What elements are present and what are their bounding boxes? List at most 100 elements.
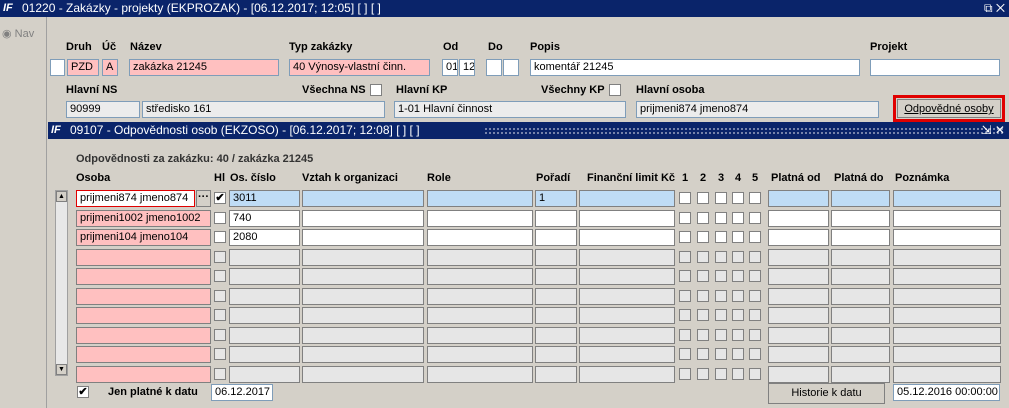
- cell-osoba[interactable]: [76, 268, 211, 285]
- flag-3-checkbox[interactable]: [715, 212, 727, 224]
- cell-poradi[interactable]: [535, 268, 577, 285]
- ns-name-field[interactable]: středisko 161: [142, 101, 385, 118]
- flag-5-checkbox[interactable]: [749, 309, 761, 321]
- scroll-up-icon[interactable]: ▲: [56, 191, 67, 202]
- cell-limit[interactable]: [579, 210, 675, 227]
- flag-3-checkbox[interactable]: [715, 290, 727, 302]
- flag-1-checkbox[interactable]: [679, 348, 691, 360]
- cell-poznamka[interactable]: [893, 366, 1001, 383]
- hl-checkbox[interactable]: [214, 251, 226, 263]
- flag-4-checkbox[interactable]: [732, 212, 744, 224]
- flag-2-checkbox[interactable]: [697, 192, 709, 204]
- cell-role[interactable]: [427, 366, 533, 383]
- cell-role[interactable]: [427, 307, 533, 324]
- cell-platna-od[interactable]: [768, 288, 829, 305]
- cell-vztah[interactable]: [302, 366, 424, 383]
- cell-limit[interactable]: [579, 307, 675, 324]
- cell-poznamka[interactable]: [893, 190, 1001, 207]
- hl-checkbox[interactable]: [214, 290, 226, 302]
- cell-os-cislo[interactable]: 740: [229, 210, 300, 227]
- flag-4-checkbox[interactable]: [732, 329, 744, 341]
- hl-checkbox[interactable]: [214, 231, 226, 243]
- flag-3-checkbox[interactable]: [715, 270, 727, 282]
- cell-poradi[interactable]: [535, 229, 577, 246]
- cell-limit[interactable]: [579, 288, 675, 305]
- cell-poradi[interactable]: [535, 346, 577, 363]
- hl-checkbox[interactable]: [214, 270, 226, 282]
- cell-limit[interactable]: [579, 190, 675, 207]
- flag-2-checkbox[interactable]: [697, 368, 709, 380]
- nav-toggle[interactable]: ◉ Nav: [2, 27, 34, 40]
- cell-os-cislo[interactable]: [229, 268, 300, 285]
- cell-limit[interactable]: [579, 249, 675, 266]
- cell-vztah[interactable]: [302, 346, 424, 363]
- cell-os-cislo[interactable]: [229, 307, 300, 324]
- flag-2-checkbox[interactable]: [697, 290, 709, 302]
- hl-checkbox[interactable]: [214, 348, 226, 360]
- cell-platna-od[interactable]: [768, 327, 829, 344]
- window-controls[interactable]: ⧉ ✕: [984, 0, 1005, 17]
- flag-1-checkbox[interactable]: [679, 368, 691, 380]
- vsechna-ns-checkbox[interactable]: [370, 84, 382, 96]
- cell-role[interactable]: [427, 288, 533, 305]
- hl-checkbox[interactable]: [214, 368, 226, 380]
- flag-5-checkbox[interactable]: [749, 192, 761, 204]
- flag-2-checkbox[interactable]: [697, 329, 709, 341]
- cell-poznamka[interactable]: [893, 288, 1001, 305]
- cell-os-cislo[interactable]: 3011: [229, 190, 300, 207]
- cell-limit[interactable]: [579, 229, 675, 246]
- cell-platna-od[interactable]: [768, 268, 829, 285]
- cell-os-cislo[interactable]: [229, 249, 300, 266]
- cell-platna-do[interactable]: [831, 249, 890, 266]
- flag-2-checkbox[interactable]: [697, 309, 709, 321]
- flag-5-checkbox[interactable]: [749, 270, 761, 282]
- flag-3-checkbox[interactable]: [715, 368, 727, 380]
- cell-vztah[interactable]: [302, 190, 424, 207]
- cell-platna-do[interactable]: [831, 327, 890, 344]
- do-month-field[interactable]: [486, 59, 502, 76]
- cell-poznamka[interactable]: [893, 346, 1001, 363]
- flag-1-checkbox[interactable]: [679, 212, 691, 224]
- cell-osoba[interactable]: [76, 249, 211, 266]
- scroll-down-icon[interactable]: ▼: [56, 364, 67, 375]
- flag-4-checkbox[interactable]: [732, 290, 744, 302]
- hl-checkbox[interactable]: [214, 212, 226, 224]
- flag-5-checkbox[interactable]: [749, 348, 761, 360]
- flag-5-checkbox[interactable]: [749, 368, 761, 380]
- cell-vztah[interactable]: [302, 307, 424, 324]
- hl-checkbox[interactable]: [214, 329, 226, 341]
- flag-3-checkbox[interactable]: [715, 231, 727, 243]
- cell-platna-do[interactable]: [831, 366, 890, 383]
- osoba-lookup-button[interactable]: ···: [196, 190, 211, 207]
- ns-code-field[interactable]: 90999: [66, 101, 140, 118]
- odpovedne-osoby-button[interactable]: Odpovědné osoby: [897, 99, 1001, 118]
- hl-checkbox[interactable]: [214, 309, 226, 321]
- cell-osoba[interactable]: prijmeni104 jmeno104: [76, 229, 211, 246]
- flag-3-checkbox[interactable]: [715, 348, 727, 360]
- cell-poznamka[interactable]: [893, 307, 1001, 324]
- cell-vztah[interactable]: [302, 229, 424, 246]
- cell-limit[interactable]: [579, 327, 675, 344]
- flag-5-checkbox[interactable]: [749, 329, 761, 341]
- cell-osoba[interactable]: [76, 346, 211, 363]
- cell-role[interactable]: [427, 190, 533, 207]
- flag-4-checkbox[interactable]: [732, 231, 744, 243]
- typ-zakazky-field[interactable]: 40 Výnosy-vlastní činn.: [289, 59, 430, 76]
- cell-poradi[interactable]: 1: [535, 190, 577, 207]
- od-month-field[interactable]: 01: [442, 59, 458, 76]
- grid-scrollbar[interactable]: ▲ ▼: [55, 190, 68, 376]
- cell-osoba[interactable]: [76, 288, 211, 305]
- cell-poznamka[interactable]: [893, 249, 1001, 266]
- cell-platna-do[interactable]: [831, 288, 890, 305]
- flag-3-checkbox[interactable]: [715, 309, 727, 321]
- cell-vztah[interactable]: [302, 288, 424, 305]
- cell-role[interactable]: [427, 327, 533, 344]
- flag-4-checkbox[interactable]: [732, 348, 744, 360]
- cell-poznamka[interactable]: [893, 268, 1001, 285]
- cell-limit[interactable]: [579, 346, 675, 363]
- cell-osoba[interactable]: prijmeni874 jmeno874: [76, 190, 195, 207]
- cell-poradi[interactable]: [535, 249, 577, 266]
- cell-limit[interactable]: [579, 366, 675, 383]
- cell-os-cislo[interactable]: [229, 346, 300, 363]
- cell-role[interactable]: [427, 346, 533, 363]
